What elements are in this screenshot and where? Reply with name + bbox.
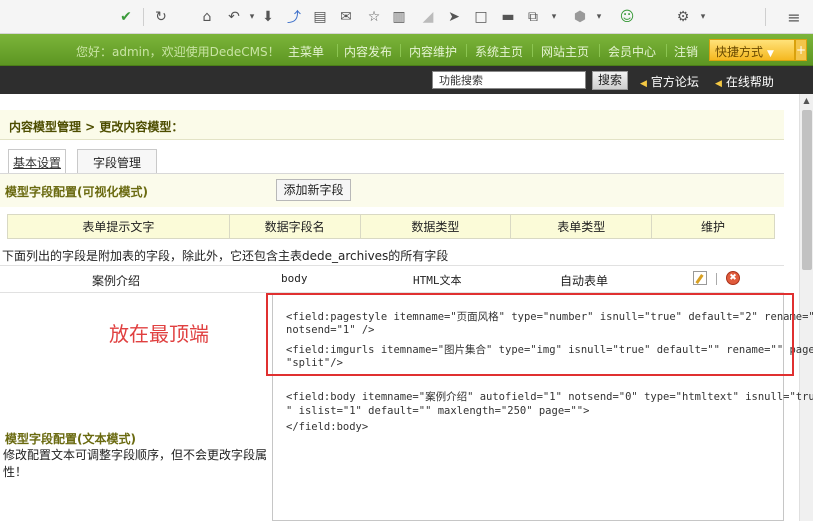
greeting-text: 您好：admin，欢迎使用DedeCMS！	[76, 45, 280, 59]
delete-icon[interactable]: ✖	[726, 271, 740, 285]
nav-divider	[666, 44, 667, 57]
home-icon[interactable]: ⌂	[197, 7, 217, 27]
nav-logout[interactable]: 注销	[674, 43, 698, 60]
chevron-down-icon[interactable]: ▾	[589, 7, 609, 27]
nav-divider	[400, 44, 401, 57]
forum-link-label: 官方论坛	[650, 75, 699, 89]
undo-icon[interactable]: ↶	[224, 7, 244, 27]
nav-member-center[interactable]: 会员中心	[608, 43, 656, 60]
reader-icon[interactable]: ▤	[310, 7, 330, 27]
download-icon[interactable]: ⬇	[258, 7, 278, 27]
code-line: <field:body itemname="案例介绍" autofield="1…	[286, 391, 813, 403]
mail-icon[interactable]: ✉	[336, 7, 356, 27]
text-mode-description: 修改配置文本可调整字段顺序，但不会更改字段属性！	[3, 448, 268, 479]
abp-icon[interactable]: ⬢	[570, 7, 590, 27]
folder-icon[interactable]: ▬	[498, 7, 518, 27]
speaker-icon: ◀	[640, 79, 647, 89]
menu-icon[interactable]: ≡	[784, 7, 804, 27]
table-row: 案例介绍 body HTML文本 自动表单 ✖	[0, 266, 784, 293]
code-line: " islist="1" default="" maxlength="250" …	[286, 405, 590, 417]
add-field-button[interactable]: 添加新字段	[276, 179, 351, 201]
column-header-field: 数据字段名	[228, 214, 361, 239]
code-line: </field:body>	[286, 421, 369, 433]
table-note-row: 下面列出的字段是附加表的字段，除此外，它还包含主表dede_archives的所…	[0, 242, 784, 266]
window-icon[interactable]: □	[471, 7, 491, 27]
nav-content-maintain[interactable]: 内容维护	[409, 43, 457, 60]
rss-icon[interactable]: ◢	[418, 7, 438, 27]
nav-divider	[337, 44, 338, 57]
extension-icon[interactable]: ⧉	[523, 7, 543, 27]
star-icon[interactable]: ☆	[364, 7, 384, 27]
scroll-up-icon[interactable]: ▲	[800, 96, 813, 108]
column-header-form-type: 表单类型	[510, 214, 653, 239]
breadcrumb-bar: 内容模型管理 > 更改内容模型：	[0, 110, 784, 140]
annotation-text: 放在最顶端	[109, 322, 209, 346]
send-icon[interactable]: ➤	[444, 7, 464, 27]
row-field-name: body	[281, 272, 308, 285]
nav-content-publish[interactable]: 内容发布	[344, 43, 392, 60]
edit-icon[interactable]	[693, 271, 707, 285]
reload-icon[interactable]: ↻	[151, 7, 171, 27]
settings-icon[interactable]: ⚙	[673, 7, 693, 27]
nav-divider	[599, 44, 600, 57]
column-header-label: 表单提示文字	[7, 214, 230, 239]
nav-site-home[interactable]: 网站主页	[541, 43, 589, 60]
nav-main-menu[interactable]: 主菜单	[288, 43, 324, 60]
scroll-thumb[interactable]	[802, 110, 812, 270]
nav-divider	[466, 44, 467, 57]
highlight-box	[266, 293, 794, 376]
forum-link[interactable]: ◀ 官方论坛	[640, 73, 699, 90]
top-nav: 您好：admin，欢迎使用DedeCMS！ 主菜单 内容发布 内容维护 系统主页…	[0, 34, 813, 66]
tab-field-management[interactable]: 字段管理	[77, 149, 157, 173]
chevron-down-icon[interactable]: ▾	[693, 7, 713, 27]
bookmark-icon[interactable]: ▥	[389, 7, 409, 27]
toolbar-divider	[765, 8, 766, 26]
field-table: 表单提示文字 数据字段名 数据类型 表单类型 维护	[7, 214, 775, 239]
tab-basic-settings[interactable]: 基本设置	[8, 149, 66, 173]
column-header-actions: 维护	[651, 214, 775, 239]
text-mode-title: 模型字段配置(文本模式)	[5, 432, 136, 446]
visual-config-title: 模型字段配置(可视化模式)	[5, 185, 148, 199]
translate-icon[interactable]: ☺	[617, 7, 637, 27]
nav-divider	[532, 44, 533, 57]
function-search-input[interactable]	[432, 71, 586, 89]
row-label: 案例介绍	[92, 274, 141, 288]
chevron-down-icon[interactable]: ▾	[544, 7, 564, 27]
quick-menu-label: 快捷方式	[715, 45, 764, 59]
browser-toolbar: ✔ ↻ ⌂ ↶ ▾ ⬇ ⤴ ▤ ✉ ☆ ▥ ◢ ➤ □ ▬ ⧉ ▾ ⬢ ▾ ☺ …	[0, 0, 813, 34]
shield-check-icon[interactable]: ✔	[116, 7, 136, 27]
quick-menu-button[interactable]: 快捷方式 ▼	[709, 39, 795, 61]
action-divider	[716, 273, 717, 285]
row-form-type: 自动表单	[560, 274, 609, 288]
column-header-data-type: 数据类型	[359, 214, 512, 239]
toolbar-divider	[143, 8, 144, 26]
search-bar: 搜索 ◀官方论坛 ◀在线帮助	[0, 66, 813, 94]
row-data-type: HTML文本	[413, 274, 462, 287]
plus-button[interactable]: +	[795, 39, 807, 61]
help-link[interactable]: ◀ 在线帮助	[715, 73, 774, 90]
share-icon[interactable]: ⤴	[284, 7, 304, 27]
visual-config-bar: 模型字段配置(可视化模式) 添加新字段	[0, 173, 784, 207]
table-note: 下面列出的字段是附加表的字段，除此外，它还包含主表dede_archives的所…	[2, 249, 449, 263]
nav-system-home[interactable]: 系统主页	[475, 43, 523, 60]
chevron-down-icon: ▼	[767, 49, 774, 59]
breadcrumb: 内容模型管理 > 更改内容模型：	[9, 120, 184, 134]
speaker-icon: ◀	[715, 79, 722, 89]
search-button[interactable]: 搜索	[592, 71, 628, 90]
vertical-scrollbar[interactable]: ▲	[799, 94, 813, 521]
help-link-label: 在线帮助	[725, 75, 774, 89]
